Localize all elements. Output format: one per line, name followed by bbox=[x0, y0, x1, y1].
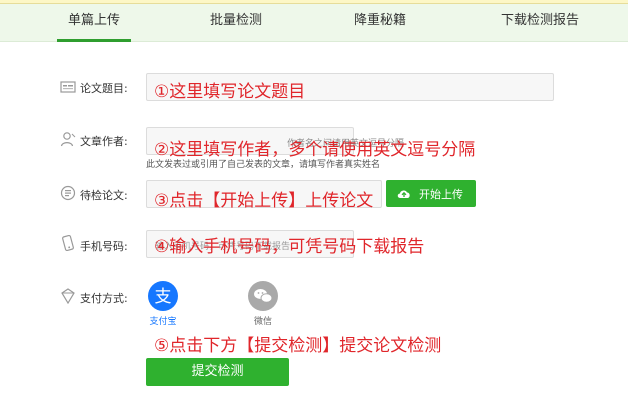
svg-text:支: 支 bbox=[155, 287, 172, 307]
alipay-icon: 支 bbox=[148, 281, 178, 311]
payment-option-wechat[interactable]: 微信 bbox=[243, 281, 283, 327]
payment-icon bbox=[61, 288, 75, 304]
tab-single-upload[interactable]: 单篇上传 bbox=[57, 4, 131, 42]
step1-annotation: ①这里填写论文题目 bbox=[154, 82, 306, 102]
step4-annotation: ④输入手机号码，可凭号码下载报告 bbox=[154, 237, 425, 257]
author-hint: 此文发表过或引用了自己发表的文章，请填写作者真实姓名 bbox=[146, 160, 381, 170]
start-upload-button[interactable]: 开始上传 bbox=[386, 180, 476, 207]
title-field-icon bbox=[60, 81, 76, 93]
cloud-upload-icon bbox=[397, 190, 410, 198]
alipay-label: 支付宝 bbox=[149, 317, 177, 327]
tab-batch-check[interactable]: 批量检测 bbox=[196, 4, 276, 42]
paper-label: 待检论文: bbox=[80, 189, 128, 202]
wechat-icon bbox=[248, 281, 278, 311]
tab-rewrite-tips[interactable]: 降重秘籍 bbox=[342, 4, 418, 42]
user-icon bbox=[60, 132, 76, 147]
start-upload-label: 开始上传 bbox=[419, 188, 463, 201]
tab-download-report[interactable]: 下载检测报告 bbox=[487, 4, 593, 42]
title-label: 论文题目: bbox=[80, 82, 128, 95]
payment-option-alipay[interactable]: 支 支付宝 bbox=[143, 281, 183, 327]
phone-label: 手机号码: bbox=[80, 240, 128, 253]
document-icon bbox=[60, 185, 76, 201]
tab-bar: 单篇上传 批量检测 降重秘籍 下载检测报告 bbox=[0, 4, 628, 42]
step3-annotation: ③点击【开始上传】上传论文 bbox=[154, 191, 374, 211]
step5-annotation: ⑤点击下方【提交检测】提交论文检测 bbox=[154, 336, 442, 356]
wechat-label: 微信 bbox=[253, 317, 272, 327]
phone-icon bbox=[62, 235, 74, 251]
author-label: 文章作者: bbox=[80, 135, 128, 148]
payment-label: 支付方式: bbox=[80, 292, 128, 305]
submit-check-button[interactable]: 提交检测 bbox=[146, 358, 289, 386]
